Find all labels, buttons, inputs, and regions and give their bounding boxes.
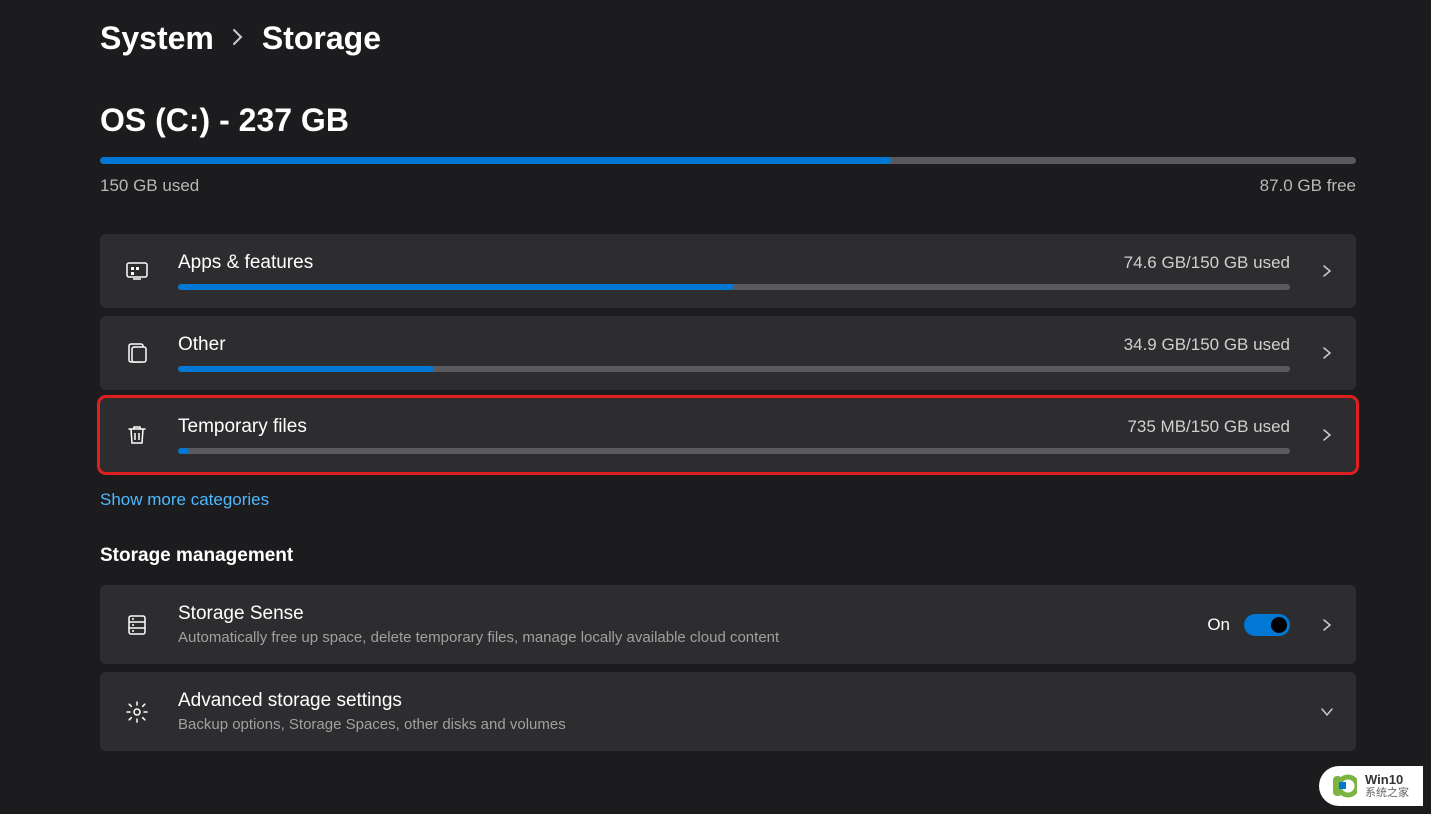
toggle-state-label: On — [1207, 615, 1230, 635]
category-list: Apps & features 74.6 GB/150 GB used Other 3… — [100, 234, 1356, 472]
category-bar-fill — [178, 284, 734, 290]
drive-usage-labels: 150 GB used 87.0 GB free — [100, 176, 1356, 196]
category-apps-features[interactable]: Apps & features 74.6 GB/150 GB used — [100, 234, 1356, 308]
chevron-right-icon — [1318, 346, 1336, 360]
category-bar-fill — [178, 448, 189, 454]
mgmt-subtitle: Automatically free up space, delete temp… — [178, 629, 1179, 646]
category-usage: 74.6 GB/150 GB used — [1124, 253, 1290, 273]
drive-usage-bar — [100, 157, 1356, 164]
drive-title: OS (C:) - 237 GB — [100, 102, 1356, 139]
mgmt-subtitle: Backup options, Storage Spaces, other di… — [178, 716, 1290, 733]
drive-used-label: 150 GB used — [100, 176, 199, 196]
chevron-right-icon — [232, 26, 244, 52]
breadcrumb-current: Storage — [262, 20, 381, 57]
category-title: Other — [178, 334, 226, 356]
trash-icon — [124, 422, 150, 448]
mgmt-storage-sense[interactable]: Storage Sense Automatically free up space… — [100, 585, 1356, 664]
watermark: Win10 系统之家 — [1319, 766, 1423, 806]
gear-icon — [124, 699, 150, 725]
category-bar — [178, 448, 1290, 454]
drive-usage-fill — [100, 157, 891, 164]
mgmt-title: Storage Sense — [178, 603, 1179, 625]
breadcrumb: System Storage — [100, 20, 1356, 57]
breadcrumb-parent[interactable]: System — [100, 20, 214, 57]
category-bar-fill — [178, 366, 434, 372]
chevron-right-icon — [1318, 618, 1336, 632]
category-bar — [178, 366, 1290, 372]
storage-sense-icon — [124, 612, 150, 638]
mgmt-title: Advanced storage settings — [178, 690, 1290, 712]
category-usage: 34.9 GB/150 GB used — [1124, 335, 1290, 355]
category-temporary-files[interactable]: Temporary files 735 MB/150 GB used — [100, 398, 1356, 472]
category-bar — [178, 284, 1290, 290]
show-more-link[interactable]: Show more categories — [100, 490, 269, 510]
chevron-right-icon — [1318, 428, 1336, 442]
management-list: Storage Sense Automatically free up space… — [100, 585, 1356, 751]
chevron-right-icon — [1318, 264, 1336, 278]
drive-free-label: 87.0 GB free — [1260, 176, 1356, 196]
category-other[interactable]: Other 34.9 GB/150 GB used — [100, 316, 1356, 390]
watermark-line1: Win10 — [1365, 773, 1409, 787]
other-icon — [124, 340, 150, 366]
category-title: Apps & features — [178, 252, 313, 274]
storage-management-heading: Storage management — [100, 545, 1356, 567]
category-usage: 735 MB/150 GB used — [1127, 417, 1290, 437]
mgmt-advanced-storage-settings[interactable]: Advanced storage settings Backup options,… — [100, 672, 1356, 751]
watermark-line2: 系统之家 — [1365, 787, 1409, 799]
category-title: Temporary files — [178, 416, 307, 438]
watermark-logo-icon — [1329, 772, 1357, 800]
apps-icon — [124, 258, 150, 284]
chevron-down-icon — [1318, 705, 1336, 719]
storage-sense-toggle[interactable] — [1244, 614, 1290, 636]
